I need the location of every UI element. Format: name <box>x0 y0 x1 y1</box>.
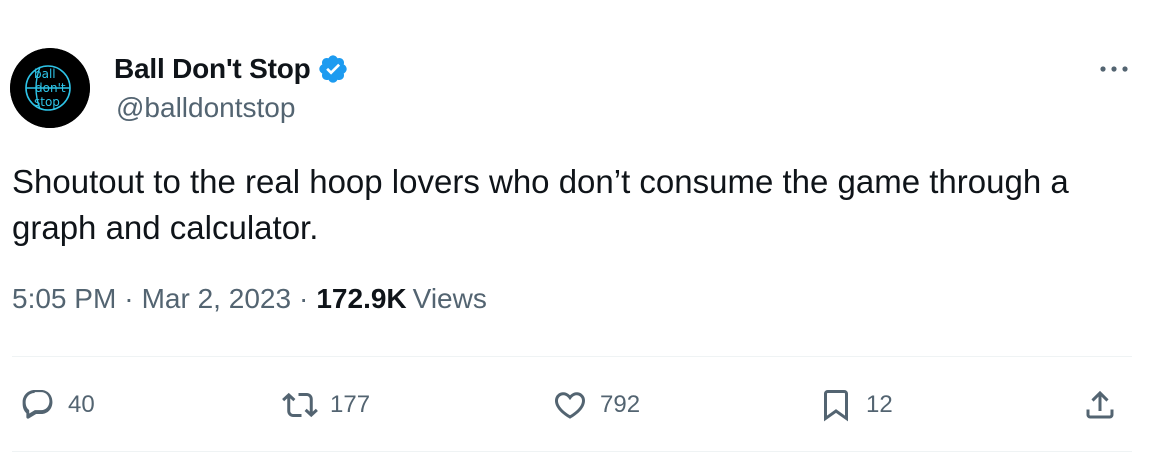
avatar-logo: ball don't stop <box>10 48 90 128</box>
meta-separator: · <box>124 283 134 314</box>
display-name[interactable]: Ball Don't Stop <box>114 53 311 85</box>
reply-icon <box>22 390 53 419</box>
reply-button[interactable]: 40 <box>20 385 95 425</box>
avatar-text-line-2: don't <box>35 81 66 95</box>
handle[interactable]: @balldontstop <box>116 92 295 124</box>
author-name-row: Ball Don't Stop <box>114 52 349 86</box>
avatar-text-line-1: ball <box>34 67 56 81</box>
like-button[interactable]: 792 <box>552 385 640 425</box>
views-count[interactable]: 172.9K <box>316 283 406 315</box>
bookmark-icon <box>824 390 848 422</box>
tweet-date[interactable]: Mar 2, 2023 <box>142 283 291 315</box>
share-button[interactable] <box>1082 385 1118 425</box>
tweet-text: Shoutout to the real hoop lovers who don… <box>12 163 1069 246</box>
more-icon[interactable] <box>1094 56 1134 82</box>
tweet-time[interactable]: 5:05 PM <box>12 283 116 315</box>
like-icon <box>554 392 586 419</box>
reply-count: 40 <box>68 391 95 418</box>
divider <box>12 356 1132 357</box>
verified-badge-icon[interactable] <box>317 53 349 85</box>
views-label[interactable]: Views <box>413 283 487 315</box>
share-icon <box>1086 390 1114 419</box>
retweet-icon <box>282 392 318 418</box>
tweet-meta: 5:05 PM · Mar 2, 2023 · 172.9K Views <box>12 283 487 315</box>
avatar[interactable]: ball don't stop <box>10 48 90 128</box>
like-count: 792 <box>600 391 641 418</box>
meta-separator: · <box>299 283 309 314</box>
bookmark-count: 12 <box>866 391 893 418</box>
retweet-count: 177 <box>330 391 371 418</box>
tweet-card: ball don't stop Ball Don't Stop @balldon… <box>0 0 1160 452</box>
retweet-button[interactable]: 177 <box>282 385 370 425</box>
avatar-text-line-3: stop <box>34 95 60 109</box>
bookmark-button[interactable]: 12 <box>818 385 893 425</box>
